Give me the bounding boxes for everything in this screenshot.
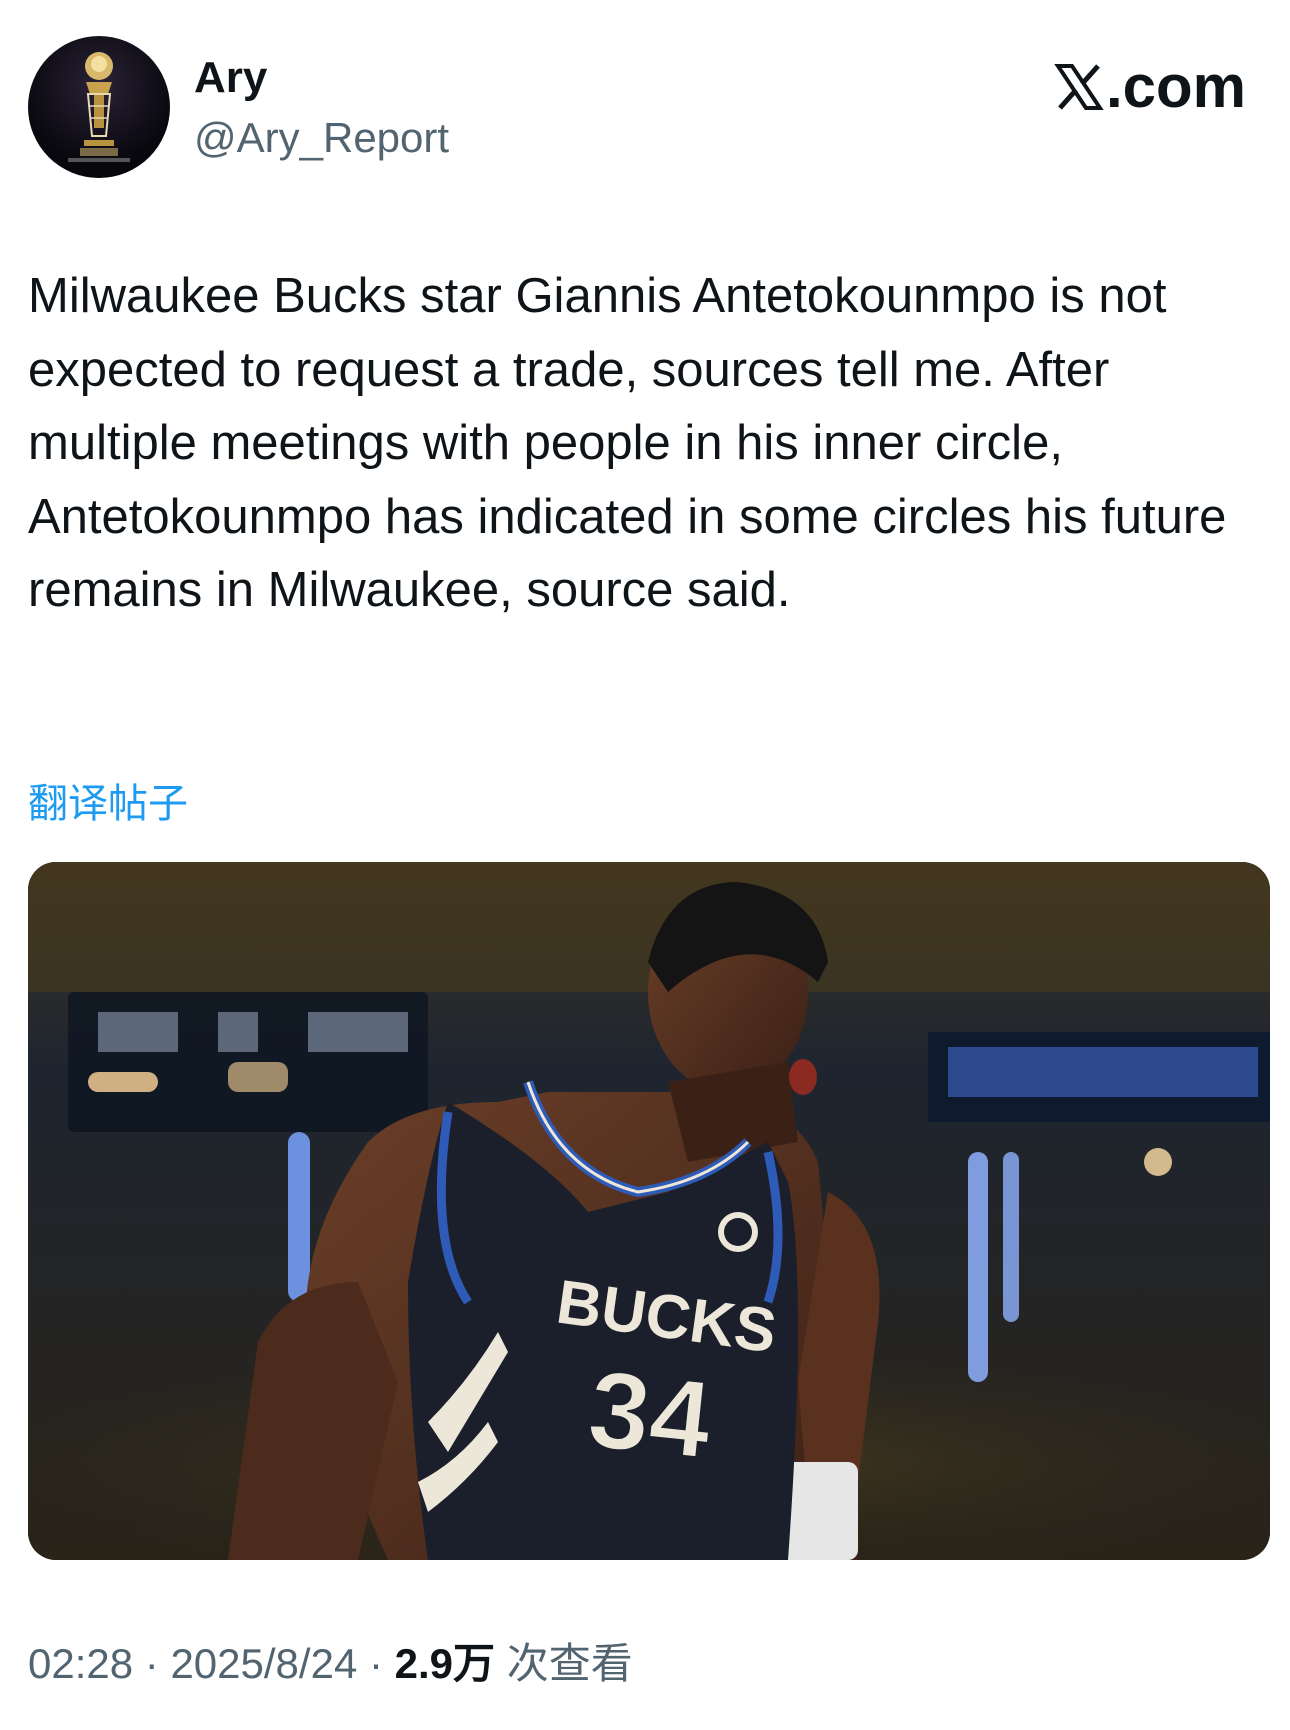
player-photo: BUCKS 34: [28, 862, 1270, 1560]
avatar[interactable]: [28, 36, 170, 178]
jersey-number-text: 34: [583, 1347, 718, 1482]
meta-separator-2: ·: [368, 1640, 383, 1687]
display-name[interactable]: Ary: [194, 50, 267, 106]
x-logo-icon: [1054, 64, 1104, 110]
translate-post-link[interactable]: 翻译帖子: [28, 776, 188, 832]
brand-label: .com: [1105, 53, 1246, 120]
tweet-media-image[interactable]: BUCKS 34: [28, 862, 1270, 1560]
post-date[interactable]: 2025/8/24: [170, 1640, 357, 1687]
tweet-text: Milwaukee Bucks star Giannis Antetokounm…: [28, 269, 1227, 617]
views-label: 次查看: [506, 1640, 633, 1687]
views-count: 2.9万: [394, 1640, 496, 1687]
brand-watermark: .com: [1054, 52, 1246, 122]
tweet-meta: 02:28 · 2025/8/24 · 2.9万 次查看: [28, 1636, 633, 1692]
trophy-avatar-icon: [68, 52, 130, 162]
post-time: 02:28: [28, 1640, 134, 1687]
user-handle[interactable]: @Ary_Report: [194, 112, 449, 164]
meta-separator: ·: [144, 1640, 159, 1687]
